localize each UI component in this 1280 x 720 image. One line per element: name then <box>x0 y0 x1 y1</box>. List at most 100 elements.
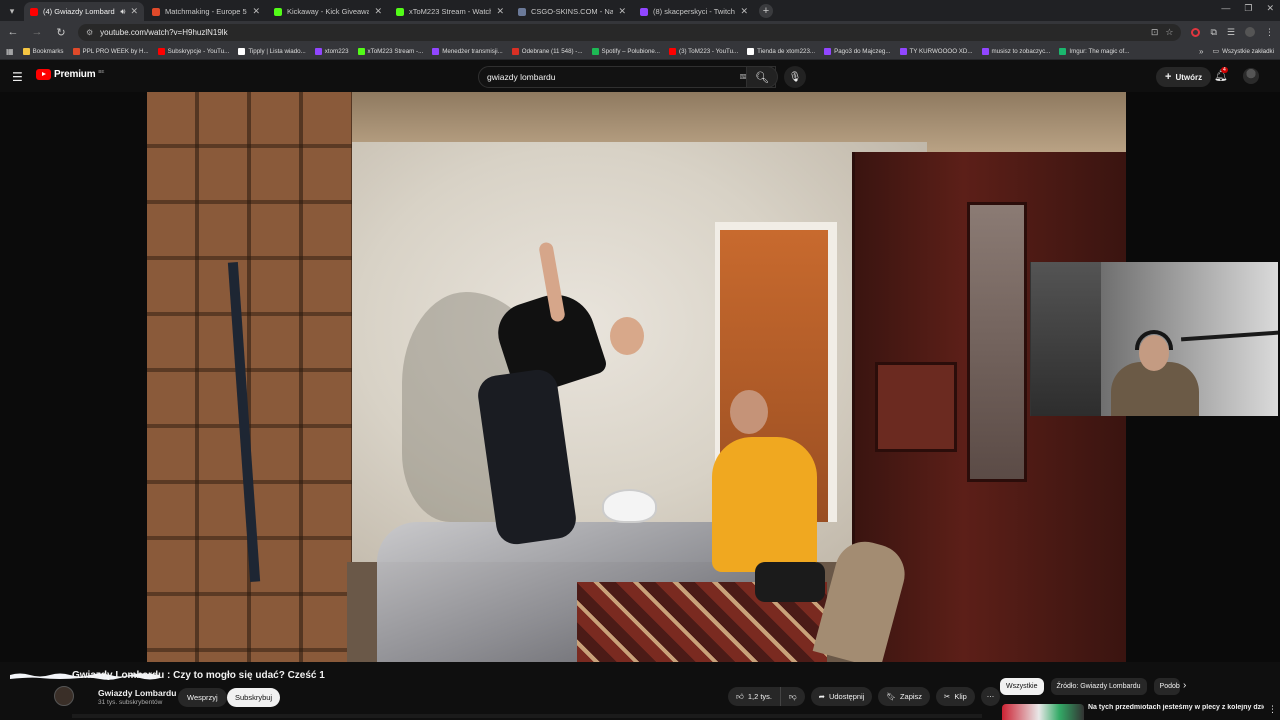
browser-tab[interactable]: (8) skacperskyci - Twitch ✕ <box>634 2 754 21</box>
save-button[interactable]: 🔖︎ Zapisz <box>878 687 931 706</box>
bookmark-item[interactable]: TY KURWOOOO XD... <box>899 47 973 55</box>
bookmark-favicon-icon <box>72 47 80 55</box>
bookmark-item[interactable]: Imgur: The magic of... <box>1059 47 1129 55</box>
search-input[interactable]: gwiazdy lombardu ⌨ ✕ <box>478 66 776 88</box>
bookmark-star-icon[interactable]: ☆ <box>1165 27 1173 38</box>
channel-name[interactable]: Gwiazdy Lombardu <box>98 688 176 698</box>
webcam-overlay <box>1030 262 1278 416</box>
install-app-icon[interactable]: ⊡ <box>1151 27 1159 38</box>
support-button[interactable]: Wesprzyj <box>178 688 227 707</box>
bookmark-favicon-icon <box>899 47 907 55</box>
tab-close-icon[interactable]: ✕ <box>740 6 748 17</box>
chevron-right-icon[interactable]: › <box>1183 680 1186 691</box>
subscribe-button[interactable]: Subskrybuj <box>227 688 281 707</box>
like-button[interactable]: 👍︎ 1,2 tys. <box>728 687 782 706</box>
scene-cabinet-glass <box>967 202 1027 482</box>
bookmarks-bar: ▦ Bookmarks PPL PRO WEEK by H... Subskrypc… <box>0 43 1280 60</box>
browser-tab[interactable]: Kickaway - Kick Giveaway Tool ✕ <box>268 2 388 21</box>
opera-extension-icon[interactable] <box>1191 27 1201 37</box>
bookmark-item[interactable]: Bookmarks <box>22 47 64 55</box>
video-frame[interactable] <box>147 92 1126 662</box>
search-value[interactable]: gwiazdy lombardu <box>487 72 556 82</box>
microphone-icon: 🎙︎ <box>788 71 802 83</box>
bookmark-item[interactable]: PPL PRO WEEK by H... <box>72 47 149 55</box>
bookmark-item[interactable]: musisz to zobaczyc... <box>981 47 1050 55</box>
bookmark-item[interactable]: Menedżer transmisji... <box>432 47 503 55</box>
chip-similar[interactable]: Podob <box>1153 678 1180 695</box>
tab-close-icon[interactable]: ✕ <box>374 6 382 17</box>
browser-tab[interactable]: Matchmaking - Europe 5v5 Q ✕ <box>146 2 266 21</box>
bookmark-item[interactable]: xtom223 <box>314 47 349 55</box>
tab-close-icon[interactable]: ✕ <box>252 6 260 17</box>
profile-avatar[interactable] <box>1245 27 1255 37</box>
tab-close-icon[interactable]: ✕ <box>496 6 504 17</box>
recommendation-title[interactable]: Na tych przedmiotach jesteśmy w plecy z … <box>1088 704 1264 712</box>
new-tab-button[interactable]: + <box>759 4 773 18</box>
share-button[interactable]: ➦ Udostępnij <box>810 687 873 706</box>
browser-tab[interactable]: xToM223 Stream - Watch Live ✕ <box>390 2 510 21</box>
maximize-icon[interactable]: ❐ <box>1244 3 1252 14</box>
bookmark-favicon-icon <box>357 47 365 55</box>
tab-close-icon[interactable]: ✕ <box>618 6 626 17</box>
site-info-icon[interactable]: ⚙ <box>86 28 93 37</box>
tab-audio-icon[interactable]: 🔊︎ <box>120 7 125 17</box>
voice-search-button[interactable]: 🎙︎ <box>784 66 806 88</box>
bookmark-item[interactable]: xToM223 Stream -... <box>357 47 423 55</box>
bookmark-item[interactable]: Pago3 do Majczeg... <box>824 47 891 55</box>
chip-all[interactable]: Wszystkie <box>1000 678 1044 695</box>
dislike-button[interactable]: 👎︎ <box>781 687 805 706</box>
scene-cabinet-shelf <box>875 362 957 452</box>
tab-title: Kickaway - Kick Giveaway Tool <box>287 7 370 16</box>
browser-tab[interactable]: (4) Gwiazdy Lombardu : Cz 🔊︎ ✕ <box>24 2 144 21</box>
chip-source[interactable]: Źródło: Gwiazdy Lombardu <box>1050 678 1147 695</box>
subscriber-count: 31 tys. subskrybentów <box>98 699 163 706</box>
bookmark-item[interactable]: Spotify – Polubione... <box>591 47 660 55</box>
tab-close-icon[interactable]: ✕ <box>130 6 138 17</box>
bookmark-item[interactable]: Tienda de xtom223... <box>747 47 815 55</box>
bookmark-favicon-icon <box>981 47 989 55</box>
close-window-icon[interactable]: ✕ <box>1266 3 1274 14</box>
extensions-puzzle-icon[interactable]: ⧉ <box>1210 27 1216 38</box>
tab-search-icon[interactable]: ▾ <box>3 2 21 20</box>
address-url[interactable]: youtube.com/watch?v=H9huzlN19lk <box>100 28 1144 37</box>
minimize-icon[interactable]: — <box>1221 3 1230 14</box>
like-count: 1,2 tys. <box>747 692 773 701</box>
recommendation-thumbnail[interactable] <box>1002 704 1084 720</box>
youtube-premium-logo[interactable]: Premium BE <box>36 69 104 80</box>
reload-icon[interactable]: ↻ <box>54 26 68 39</box>
bookmark-item[interactable]: Odebrane (11 548) -... <box>511 47 583 55</box>
bookmark-item[interactable]: (3) ToM223 - YouTu... <box>669 47 738 55</box>
bookmark-item[interactable]: Subskrypcje - YouTu... <box>157 47 230 55</box>
create-button[interactable]: + Utwórz <box>1156 67 1212 87</box>
tab-search-menu-icon[interactable]: ☰ <box>1227 27 1235 38</box>
tab-favicon-icon <box>518 7 526 16</box>
scene-person-yellow-shirt <box>712 437 817 572</box>
address-bar[interactable]: ⚙ youtube.com/watch?v=H9huzlN19lk ⊡ ☆ <box>78 23 1182 41</box>
all-bookmarks-folder[interactable]: ▭ Wszystkie zakładki <box>1212 47 1274 56</box>
share-label: Udostępnij <box>828 692 865 701</box>
thumbs-up-icon: 👍︎ <box>736 691 744 701</box>
hamburger-menu-icon[interactable]: ☰ <box>12 70 23 84</box>
more-actions-button[interactable]: ⋯ <box>980 687 1000 706</box>
filter-chips: Wszystkie Źródło: Gwiazdy Lombardu Podob <box>1000 678 1180 695</box>
bookmark-favicon-icon <box>747 47 755 55</box>
apps-grid-icon[interactable]: ▦ <box>6 47 14 56</box>
bookmark-item[interactable]: Tipply | Lista wiado... <box>238 47 306 55</box>
browser-toolbar: ← → ↻ ⚙ youtube.com/watch?v=H9huzlN19lk … <box>0 21 1280 43</box>
forward-arrow-icon[interactable]: → <box>30 26 44 38</box>
tab-favicon-icon <box>152 7 160 16</box>
channel-avatar[interactable] <box>54 686 74 706</box>
clip-button[interactable]: ✂ Klip <box>936 687 975 706</box>
share-arrow-icon: ➦ <box>818 692 825 701</box>
recommendation-menu-icon[interactable]: ⋮ <box>1268 704 1277 715</box>
account-avatar[interactable] <box>1243 68 1259 84</box>
bookmark-label: Subskrypcje - YouTu... <box>167 47 230 55</box>
bookmark-favicon-icon <box>22 47 30 55</box>
video-player[interactable] <box>0 92 1280 662</box>
kebab-menu-icon[interactable]: ⋮ <box>1265 27 1274 38</box>
back-arrow-icon[interactable]: ← <box>6 26 20 38</box>
search-button[interactable]: 🔍︎ <box>746 66 778 88</box>
browser-tab[interactable]: CSGO-SKINS.COM - Najlepsz ✕ <box>512 2 632 21</box>
bookmarks-overflow-icon[interactable]: » <box>1199 47 1203 56</box>
recommendation-item[interactable]: Na tych przedmiotach jesteśmy w plecy z … <box>1002 704 1278 720</box>
